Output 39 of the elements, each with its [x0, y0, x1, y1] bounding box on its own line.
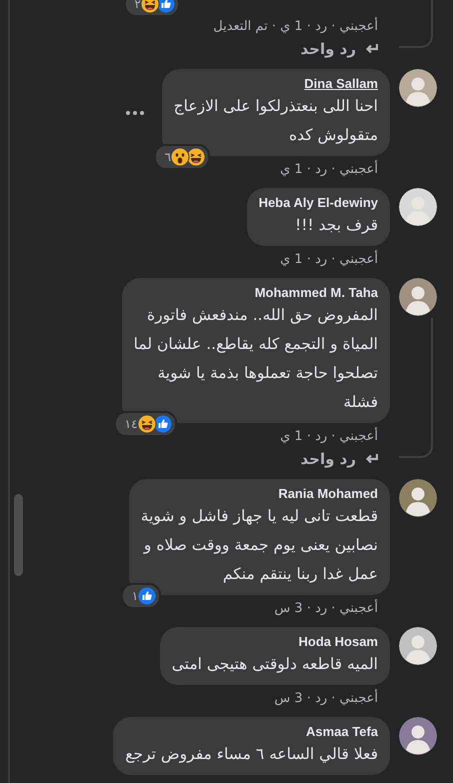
reaction-count[interactable]: ٢ [124, 0, 180, 17]
avatar[interactable] [399, 479, 437, 517]
comment-actions[interactable]: أعجبني · رد · 3 س [274, 600, 390, 617]
avatar[interactable] [399, 278, 437, 316]
replies-link[interactable]: رد واحد [300, 39, 390, 59]
author-name[interactable]: Dina Sallam [174, 76, 378, 92]
avatar[interactable] [399, 188, 437, 226]
replies-link[interactable]: رد واحد [300, 449, 390, 469]
comment-actions[interactable]: أعجبني · رد · 1 ي [280, 251, 390, 268]
laughing-face-icon [140, 0, 160, 14]
surprised-face-icon [170, 147, 190, 167]
author-name[interactable]: Hoda Hosam [172, 634, 378, 650]
comment-actions[interactable]: أعجبني · رد · 3 س [274, 690, 390, 707]
reaction-count[interactable]: ٦ [154, 144, 210, 170]
author-name[interactable]: Rania Mohamed [140, 486, 378, 502]
avatar[interactable] [399, 69, 437, 107]
comment-text: قرف بجد !!! [294, 215, 378, 236]
comment-actions[interactable]: أعجبني · رد · 1 ي [280, 428, 390, 445]
author-name[interactable]: Asmaa Tefa [125, 724, 378, 740]
comment-text: الميه قاطعه دلوقتى هتيجى امتى [172, 654, 378, 675]
reaction-count[interactable]: ١ [120, 583, 162, 609]
reply-arrow-icon [364, 43, 378, 55]
scrollbar-thumb[interactable] [14, 494, 23, 576]
like-icon [137, 586, 158, 606]
author-name[interactable]: Heba Aly El-dewiny [258, 195, 378, 211]
avatar[interactable] [399, 627, 437, 665]
more-icon [126, 111, 144, 116]
reply-arrow-icon [364, 453, 378, 465]
comment-actions[interactable]: أعجبني · رد · 1 ي [280, 161, 390, 178]
avatar[interactable] [399, 717, 437, 755]
comment-text: قطعت تانى ليه يا جهاز فاشل و شوية نصابين يعنى يوم جمعة ووقت صلاه و عمل غدا ربنا ينتقم منكم [140, 506, 378, 585]
laughing-face-icon [136, 414, 157, 434]
comment-text: فعلا قالي الساعه ٦ مساء مفروض ترجع [125, 744, 378, 765]
author-name[interactable]: Mohammed M. Taha [134, 285, 378, 301]
comment-actions[interactable]: أعجبني · رد · 1 ي · تم التعديل [213, 18, 390, 35]
comment-text: المفروض حق الله.. مندفعش فاتورة المياة و التجمع كله يقاطع.. علشان لما تصلحوا حاجة تعملوها بذمة يا شوية فشلة [134, 305, 378, 413]
thread-line [399, 0, 433, 48]
comment-text: احنا اللى بنعتذرلكوا على الازعاج متقولوش كده [174, 96, 378, 146]
reaction-count[interactable]: ١٤ [114, 411, 177, 437]
